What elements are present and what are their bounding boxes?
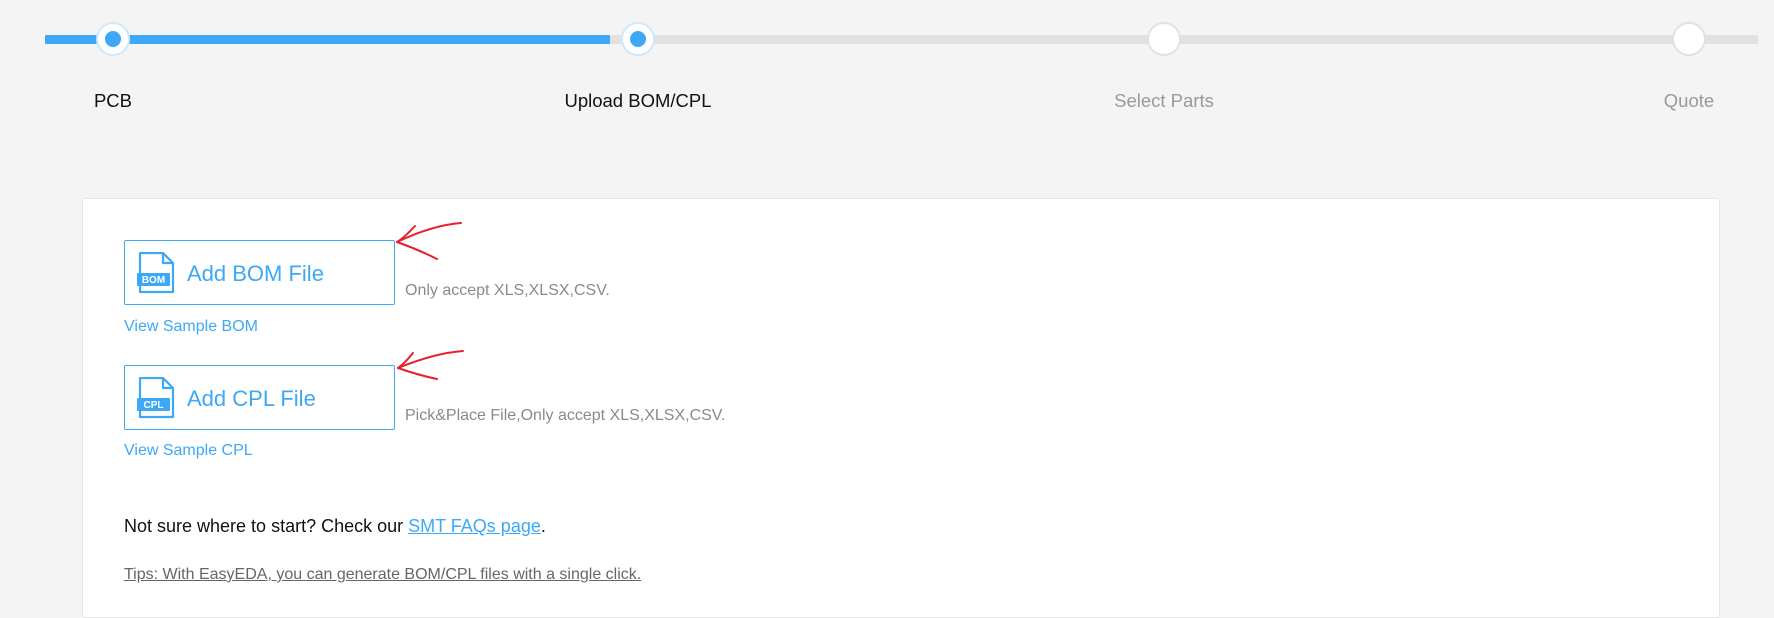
step-label: Select Parts bbox=[1114, 90, 1214, 111]
upload-panel: BOM Add BOM File Only accept XLS,XLSX,CS… bbox=[82, 198, 1720, 618]
add-bom-file-label: Add BOM File bbox=[187, 261, 324, 286]
step-indicator-pending bbox=[1147, 22, 1181, 56]
bom-format-hint: Only accept XLS,XLSX,CSV. bbox=[405, 282, 610, 299]
step-select-parts: Select Parts bbox=[1054, 0, 1274, 120]
cpl-format-hint: Pick&Place File,Only accept XLS,XLSX,CSV… bbox=[405, 407, 726, 424]
smt-faqs-link[interactable]: SMT FAQs page bbox=[408, 516, 541, 536]
help-suffix: . bbox=[540, 516, 546, 536]
annotation-arrow-bom bbox=[396, 222, 462, 260]
help-text: Not sure where to start? Check our SMT F… bbox=[124, 516, 546, 537]
step-pcb[interactable]: PCB bbox=[3, 0, 223, 120]
help-prefix: Not sure where to start? Check our bbox=[124, 516, 409, 536]
view-sample-cpl-link[interactable]: View Sample CPL bbox=[124, 442, 253, 460]
add-cpl-file-label: Add CPL File bbox=[187, 386, 316, 411]
step-quote: Quote bbox=[1579, 0, 1774, 120]
easyeda-tips-link[interactable]: Tips: With EasyEDA, you can generate BOM… bbox=[124, 566, 641, 584]
bom-file-icon: BOM bbox=[137, 252, 175, 294]
svg-text:CPL: CPL bbox=[144, 400, 164, 411]
annotation-arrow-cpl bbox=[397, 350, 464, 380]
step-upload-bom-cpl: Upload BOM/CPL bbox=[528, 0, 748, 120]
step-label: PCB bbox=[93, 90, 133, 111]
step-indicator-done bbox=[96, 22, 130, 56]
add-bom-file-button[interactable]: BOM Add BOM File bbox=[124, 240, 395, 305]
add-cpl-file-button[interactable]: CPL Add CPL File bbox=[124, 365, 395, 430]
svg-text:BOM: BOM bbox=[142, 275, 165, 286]
step-label: Upload BOM/CPL bbox=[564, 90, 712, 111]
step-indicator-pending bbox=[1672, 22, 1706, 56]
step-indicator-current bbox=[621, 22, 655, 56]
cpl-file-icon: CPL bbox=[137, 377, 175, 419]
progress-stepper: PCB Upload BOM/CPL Select Parts Quote bbox=[0, 0, 1774, 130]
view-sample-bom-link[interactable]: View Sample BOM bbox=[124, 318, 258, 336]
step-label: Quote bbox=[1663, 90, 1715, 111]
